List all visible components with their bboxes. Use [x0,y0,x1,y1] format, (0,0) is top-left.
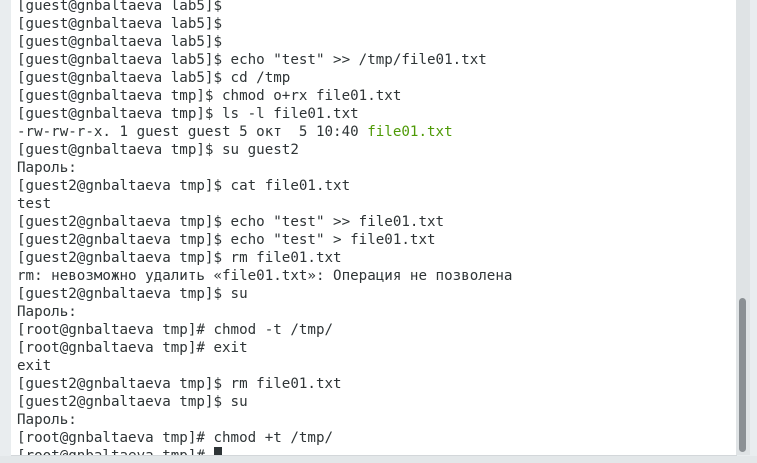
terminal-line: [guest2@gnbaltaeva tmp]$ echo "test" > f… [17,231,512,249]
line-text: [guest2@gnbaltaeva tmp]$ echo "test" >> … [17,214,445,230]
terminal-line: exit [17,357,512,375]
terminal-line: [guest@gnbaltaeva lab5]$ [17,15,512,33]
terminal-line: test [17,195,512,213]
terminal-output[interactable]: [guest@gnbaltaeva lab5]$ [guest@gnbaltaev… [11,0,737,456]
line-text: -rw-rw-r-x. 1 guest guest 5 окт 5 10:40 [17,124,368,140]
line-text: [root@gnbaltaeva tmp]# chmod -t /tmp/ [17,322,334,338]
line-text: [guest2@gnbaltaeva tmp]$ cat file01.txt [17,178,351,194]
terminal-line: [guest2@gnbaltaeva tmp]$ su [17,285,512,303]
line-text: [guest@gnbaltaeva tmp]$ su guest2 [17,142,299,158]
line-text: [guest2@gnbaltaeva tmp]$ su [17,286,248,302]
line-text: [guest@gnbaltaeva lab5]$ [17,34,222,50]
terminal-line: [guest@gnbaltaeva tmp]$ chmod o+rx file0… [17,87,512,105]
terminal-line: -rw-rw-r-x. 1 guest guest 5 окт 5 10:40 … [17,123,512,141]
line-text: test [17,196,52,212]
scrollbar-thumb[interactable] [739,298,746,452]
line-text: Пароль: [17,160,77,176]
line-text: [guest2@gnbaltaeva tmp]$ echo "test" > f… [17,232,436,248]
line-text: rm: невозможно удалить «file01.txt»: Опе… [17,268,513,284]
line-text: [guest@gnbaltaeva lab5]$ [17,16,222,32]
terminal-line: [root@gnbaltaeva tmp]# chmod -t /tmp/ [17,321,512,339]
line-text: [guest@gnbaltaeva lab5]$ [17,0,222,14]
terminal-line: [guest@gnbaltaeva lab5]$ echo "test" >> … [17,51,512,69]
terminal-line: [root@gnbaltaeva tmp]# [17,447,512,456]
highlighted-filename: file01.txt [367,124,453,140]
line-text: [root@gnbaltaeva tmp]# chmod +t /tmp/ [17,430,334,446]
terminal-line: [guest@gnbaltaeva lab5]$ [17,33,512,51]
terminal-line: Пароль: [17,303,512,321]
line-text: [guest@gnbaltaeva lab5]$ cd /tmp [17,70,291,86]
text-cursor [214,447,223,455]
terminal-line: [guest@gnbaltaeva tmp]$ su guest2 [17,141,512,159]
line-text: [guest2@gnbaltaeva tmp]$ rm file01.txt [17,376,342,392]
line-text: [guest@gnbaltaeva lab5]$ echo "test" >> … [17,52,487,68]
terminal-line: [guest2@gnbaltaeva tmp]$ cat file01.txt [17,177,512,195]
terminal-line: [root@gnbaltaeva tmp]# exit [17,339,512,357]
line-text: Пароль: [17,304,77,320]
line-text: [guest@gnbaltaeva tmp]$ ls -l file01.txt [17,106,359,122]
terminal-line: [guest2@gnbaltaeva tmp]$ rm file01.txt [17,249,512,267]
terminal-line: [guest@gnbaltaeva tmp]$ ls -l file01.txt [17,105,512,123]
terminal-line: [root@gnbaltaeva tmp]# chmod +t /tmp/ [17,429,512,447]
terminal-scrollbar[interactable] [736,0,750,455]
line-text: [root@gnbaltaeva tmp]# [17,448,214,456]
terminal-line: [guest2@gnbaltaeva tmp]$ su [17,393,512,411]
terminal-line: [guest2@gnbaltaeva tmp]$ echo "test" >> … [17,213,512,231]
line-text: [guest@gnbaltaeva tmp]$ chmod o+rx file0… [17,88,402,104]
terminal-line: [guest2@gnbaltaeva tmp]$ rm file01.txt [17,375,512,393]
line-text: [root@gnbaltaeva tmp]# exit [17,340,248,356]
terminal-lines: [guest@gnbaltaeva lab5]$ [guest@gnbaltaev… [17,0,512,456]
terminal-line: [guest@gnbaltaeva lab5]$ [17,0,512,15]
terminal-line: [guest@gnbaltaeva lab5]$ cd /tmp [17,69,512,87]
window-bottom-edge [0,456,757,463]
line-text: [guest2@gnbaltaeva tmp]$ su [17,394,248,410]
terminal-line: Пароль: [17,411,512,429]
line-text: exit [17,358,52,374]
line-text: [guest2@gnbaltaeva tmp]$ rm file01.txt [17,250,342,266]
terminal-window: [guest@gnbaltaeva lab5]$ [guest@gnbaltaev… [0,0,757,463]
line-text: Пароль: [17,412,77,428]
terminal-line: rm: невозможно удалить «file01.txt»: Опе… [17,267,512,285]
terminal-line: Пароль: [17,159,512,177]
